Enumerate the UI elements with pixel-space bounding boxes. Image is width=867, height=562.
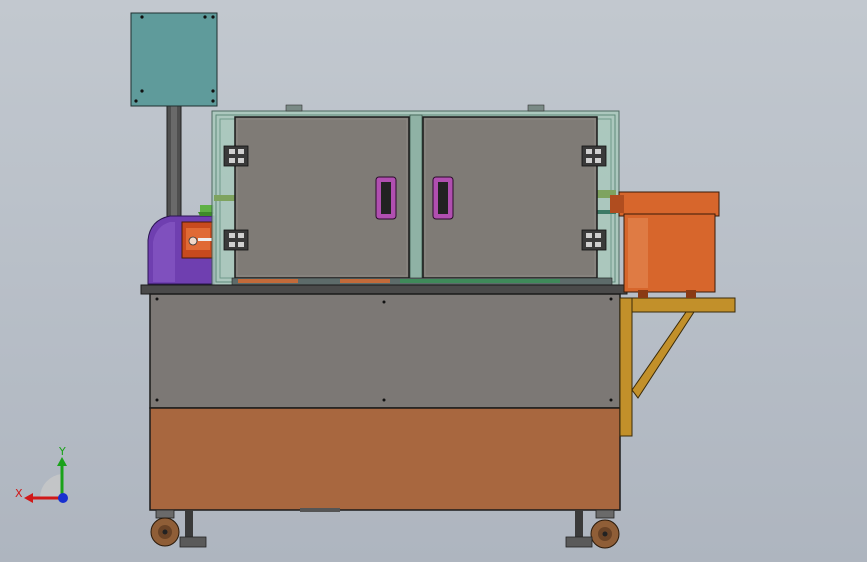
right-door[interactable] (422, 116, 598, 279)
triad-y-label: Y (58, 445, 66, 458)
machine-model-svg[interactable]: Y X (0, 0, 867, 562)
triad-x-label: X (15, 487, 23, 500)
orientation-triad: Y X (15, 445, 68, 503)
lower-cabinet[interactable] (149, 407, 621, 512)
caster-wheels (150, 509, 620, 549)
control-box (130, 12, 218, 107)
cad-viewport[interactable]: Y X (0, 0, 867, 562)
right-caster (565, 509, 620, 549)
left-caster (150, 509, 207, 548)
vibratory-feeder-bowl[interactable] (610, 191, 720, 298)
left-door[interactable] (234, 116, 410, 279)
conveyor-strip (231, 277, 613, 286)
feeder-bracket (619, 297, 736, 437)
machine-base-panel[interactable] (140, 284, 628, 409)
motor-assembly[interactable] (147, 205, 215, 285)
